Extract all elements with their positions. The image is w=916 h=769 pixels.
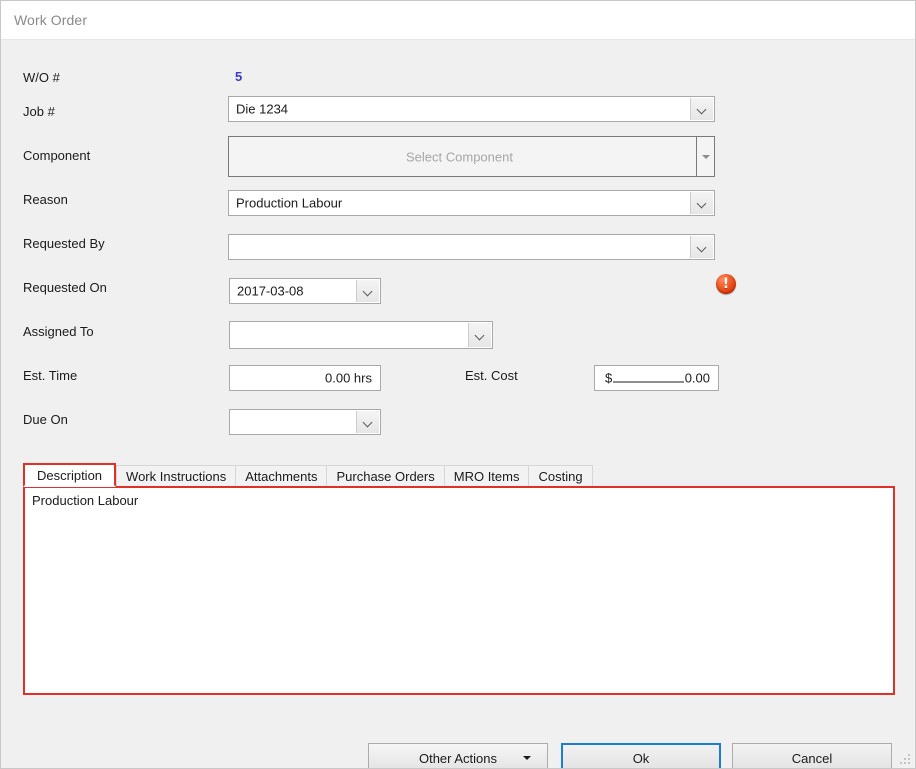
component-selector[interactable]: Select Component xyxy=(228,136,715,177)
tab-label: MRO Items xyxy=(453,469,520,484)
est-time-input[interactable]: 0.00 hrs xyxy=(229,365,381,391)
tab-attachments[interactable]: Attachments xyxy=(235,465,328,487)
est-cost-value: 0.00 xyxy=(684,370,710,386)
est-cost-currency-symbol: $ xyxy=(605,370,613,386)
chevron-down-icon[interactable] xyxy=(690,192,713,214)
other-actions-button[interactable]: Other Actions xyxy=(368,743,548,768)
component-placeholder: Select Component xyxy=(406,149,513,164)
requested-on-datepicker[interactable]: 2017-03-08 xyxy=(229,278,381,304)
requested-by-label: Requested By xyxy=(23,236,105,251)
job-number-combobox[interactable]: Die 1234 xyxy=(228,96,715,122)
tab-mro-items[interactable]: MRO Items xyxy=(443,465,530,487)
chevron-down-icon[interactable] xyxy=(690,236,713,258)
component-label: Component xyxy=(23,148,91,163)
window-title: Work Order xyxy=(14,12,88,28)
chevron-down-icon[interactable] xyxy=(690,98,713,120)
description-text: Production Labour xyxy=(32,493,139,508)
requested-on-label: Requested On xyxy=(23,280,107,295)
due-on-datepicker[interactable] xyxy=(229,409,381,435)
chevron-down-icon[interactable] xyxy=(356,280,379,302)
tab-container: Description Work Instructions Attachment… xyxy=(23,463,895,695)
chevron-down-icon[interactable] xyxy=(356,411,379,433)
ok-label: Ok xyxy=(632,750,650,766)
job-number-value: Die 1234 xyxy=(236,101,289,117)
est-time-value: 0.00 hrs xyxy=(325,370,372,386)
chevron-down-icon xyxy=(523,756,531,760)
est-time-label: Est. Time xyxy=(23,368,78,383)
work-order-window: Work Order W/O # 5 Job # Die 1234 Compon… xyxy=(0,0,916,769)
description-textarea[interactable]: Production Labour xyxy=(23,486,895,695)
resize-grip[interactable] xyxy=(899,754,911,766)
est-cost-mask-fill xyxy=(613,381,684,383)
tab-description[interactable]: Description xyxy=(23,463,117,487)
cancel-button[interactable]: Cancel xyxy=(732,743,892,768)
reason-combobox[interactable]: Production Labour xyxy=(228,190,715,216)
requested-by-combobox[interactable] xyxy=(228,234,715,260)
error-exclamation-glyph: ! xyxy=(722,275,730,292)
due-on-label: Due On xyxy=(23,412,68,427)
assigned-to-label: Assigned To xyxy=(23,324,94,339)
wo-number-value: 5 xyxy=(235,69,243,84)
title-bar: Work Order xyxy=(1,1,915,40)
assigned-to-combobox[interactable] xyxy=(229,321,493,349)
form-body: W/O # 5 Job # Die 1234 Component Select … xyxy=(1,40,915,768)
tab-label: Description xyxy=(37,467,103,483)
tab-purchase-orders[interactable]: Purchase Orders xyxy=(326,465,445,487)
chevron-down-icon[interactable] xyxy=(468,323,491,347)
job-number-label: Job # xyxy=(23,104,55,119)
component-dropdown-icon[interactable] xyxy=(696,136,715,177)
error-icon[interactable]: ! xyxy=(716,274,736,294)
reason-value: Production Labour xyxy=(236,195,343,211)
other-actions-label: Other Actions xyxy=(418,750,498,766)
tab-label: Work Instructions xyxy=(126,469,227,484)
est-cost-label: Est. Cost xyxy=(465,368,518,383)
cancel-label: Cancel xyxy=(791,750,833,766)
tab-label: Purchase Orders xyxy=(336,469,435,484)
tab-label: Costing xyxy=(538,469,583,484)
tab-work-instructions[interactable]: Work Instructions xyxy=(116,465,237,487)
est-cost-input[interactable]: $ 0.00 xyxy=(594,365,719,391)
tab-costing[interactable]: Costing xyxy=(528,465,593,487)
ok-button[interactable]: Ok xyxy=(561,743,721,768)
requested-on-value: 2017-03-08 xyxy=(237,283,304,299)
reason-label: Reason xyxy=(23,192,68,207)
tab-label: Attachments xyxy=(245,469,318,484)
wo-number-label: W/O # xyxy=(23,70,60,85)
tab-strip: Description Work Instructions Attachment… xyxy=(23,463,895,487)
